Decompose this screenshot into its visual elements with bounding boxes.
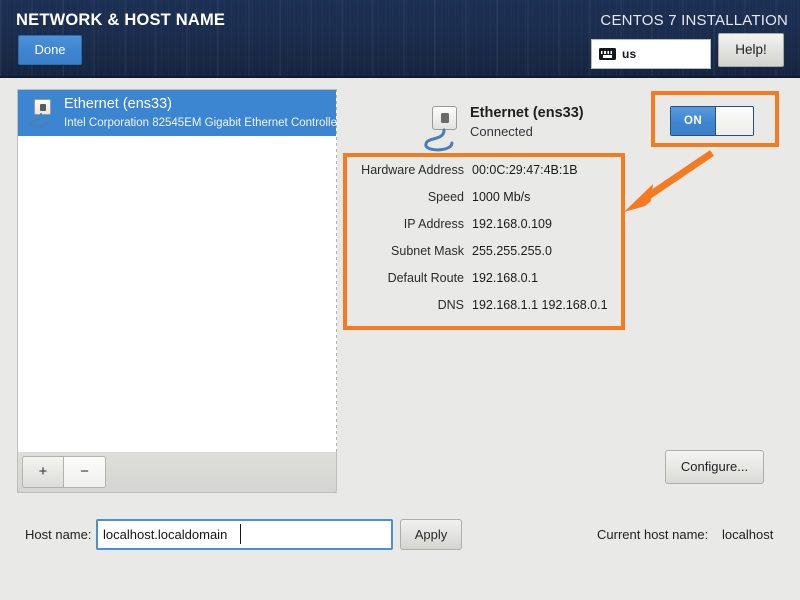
detail-label: Speed xyxy=(427,190,464,204)
device-status: Connected xyxy=(470,124,533,139)
detail-row-subnet-mask: Subnet Mask 255.255.255.0 xyxy=(352,244,618,271)
detail-value: 00:0C:29:47:4B:1B xyxy=(472,163,578,177)
annotation-arrow xyxy=(624,150,714,212)
add-device-button[interactable]: + xyxy=(22,456,64,488)
detail-value: 255.255.255.0 xyxy=(472,244,552,258)
help-button[interactable]: Help! xyxy=(718,33,784,67)
detail-label: IP Address xyxy=(403,217,464,231)
toggle-handle[interactable] xyxy=(715,107,753,135)
device-detail-header: Ethernet (ens33) Connected xyxy=(418,104,584,154)
detail-row-ip-address: IP Address 192.168.0.109 xyxy=(352,217,618,244)
current-hostname-value: localhost xyxy=(722,527,774,542)
keyboard-layout-label: us xyxy=(622,47,637,61)
device-title: Ethernet (ens33) xyxy=(470,105,584,121)
installer-header: NETWORK & HOST NAME Done CENTOS 7 INSTAL… xyxy=(0,0,800,78)
device-list[interactable]: Ethernet (ens33) Intel Corporation 82545… xyxy=(18,90,336,452)
detail-value: 192.168.0.109 xyxy=(472,217,552,231)
header-divider xyxy=(0,76,800,78)
detail-value: 192.168.1.1 192.168.0.1 xyxy=(472,298,608,312)
detail-label: Default Route xyxy=(387,271,464,285)
keyboard-layout-indicator[interactable]: us xyxy=(591,39,711,69)
device-list-toolbar: + − xyxy=(17,452,337,493)
detail-row-hardware-address: Hardware Address 00:0C:29:47:4B:1B xyxy=(352,163,618,190)
remove-device-button[interactable]: − xyxy=(64,456,106,488)
device-list-edge xyxy=(336,89,337,452)
list-item-title: Ethernet (ens33) xyxy=(64,96,173,112)
page-title: NETWORK & HOST NAME xyxy=(16,11,226,29)
detail-value: 192.168.0.1 xyxy=(472,271,539,285)
detail-label: DNS xyxy=(437,298,464,312)
list-item-subtitle: Intel Corporation 82545EM Gigabit Ethern… xyxy=(64,117,336,129)
detail-row-dns: DNS 192.168.1.1 192.168.0.1 xyxy=(352,298,618,325)
text-cursor xyxy=(240,524,241,544)
ethernet-icon xyxy=(418,106,464,154)
ethernet-icon xyxy=(26,97,56,129)
detail-row-default-route: Default Route 192.168.0.1 xyxy=(352,271,618,298)
detail-label: Hardware Address xyxy=(361,163,464,177)
done-button[interactable]: Done xyxy=(18,35,82,65)
installation-label: CENTOS 7 INSTALLATION xyxy=(600,12,788,29)
detail-label: Subnet Mask xyxy=(391,244,464,258)
keyboard-icon xyxy=(599,48,616,60)
device-power-toggle[interactable]: ON xyxy=(670,106,754,136)
current-hostname-label: Current host name: xyxy=(597,527,709,542)
detail-value: 1000 Mb/s xyxy=(472,190,531,204)
device-details-table: Hardware Address 00:0C:29:47:4B:1B Speed… xyxy=(352,163,618,325)
toggle-state-label: ON xyxy=(671,107,715,135)
list-item[interactable]: Ethernet (ens33) Intel Corporation 82545… xyxy=(18,90,336,136)
hostname-label: Host name: xyxy=(25,527,92,542)
hostname-input[interactable] xyxy=(96,519,393,550)
configure-button[interactable]: Configure... xyxy=(665,450,764,484)
apply-button[interactable]: Apply xyxy=(400,519,462,550)
detail-row-speed: Speed 1000 Mb/s xyxy=(352,190,618,217)
